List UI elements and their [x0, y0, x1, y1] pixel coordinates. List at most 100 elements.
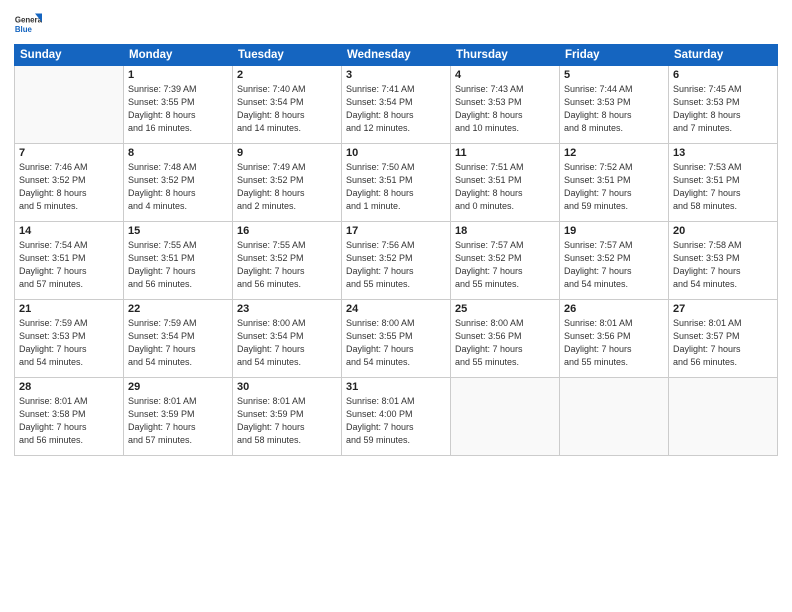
day-cell-5: 5 Sunrise: 7:44 AMSunset: 3:53 PMDaylight…	[560, 66, 669, 144]
day-number: 31	[346, 381, 446, 393]
weekday-thursday: Thursday	[451, 45, 560, 66]
day-info: Sunrise: 7:44 AMSunset: 3:53 PMDaylight:…	[564, 83, 664, 135]
day-cell-25: 25 Sunrise: 8:00 AMSunset: 3:56 PMDayligh…	[451, 300, 560, 378]
day-info: Sunrise: 7:39 AMSunset: 3:55 PMDaylight:…	[128, 83, 228, 135]
day-cell-24: 24 Sunrise: 8:00 AMSunset: 3:55 PMDayligh…	[342, 300, 451, 378]
day-number: 21	[19, 303, 119, 315]
day-info: Sunrise: 8:00 AMSunset: 3:55 PMDaylight:…	[346, 317, 446, 369]
day-info: Sunrise: 7:51 AMSunset: 3:51 PMDaylight:…	[455, 161, 555, 213]
day-number: 15	[128, 225, 228, 237]
day-cell-7: 7 Sunrise: 7:46 AMSunset: 3:52 PMDaylight…	[15, 144, 124, 222]
day-cell-28: 28Sunrise: 8:01 AMSunset: 3:58 PMDayligh…	[15, 378, 124, 456]
day-number: 12	[564, 147, 664, 159]
day-cell-13: 13Sunrise: 7:53 AMSunset: 3:51 PMDayligh…	[669, 144, 778, 222]
day-cell-27: 27 Sunrise: 8:01 AMSunset: 3:57 PMDayligh…	[669, 300, 778, 378]
day-info: Sunrise: 7:46 AMSunset: 3:52 PMDaylight:…	[19, 161, 119, 213]
week-row-2: 7 Sunrise: 7:46 AMSunset: 3:52 PMDaylight…	[15, 144, 778, 222]
day-number: 16	[237, 225, 337, 237]
day-info: Sunrise: 8:01 AMSunset: 3:57 PMDaylight:…	[673, 317, 773, 369]
day-cell-30: 30 Sunrise: 8:01 AMSunset: 3:59 PMDayligh…	[233, 378, 342, 456]
weekday-wednesday: Wednesday	[342, 45, 451, 66]
day-number: 2	[237, 69, 337, 81]
empty-cell	[451, 378, 560, 456]
day-cell-12: 12 Sunrise: 7:52 AMSunset: 3:51 PMDayligh…	[560, 144, 669, 222]
day-info: Sunrise: 7:52 AMSunset: 3:51 PMDaylight:…	[564, 161, 664, 213]
day-cell-10: 10 Sunrise: 7:50 AMSunset: 3:51 PMDayligh…	[342, 144, 451, 222]
weekday-header-row: SundayMondayTuesdayWednesdayThursdayFrid…	[15, 45, 778, 66]
day-info: Sunrise: 8:01 AMSunset: 3:59 PMDaylight:…	[237, 395, 337, 447]
day-cell-16: 16 Sunrise: 7:55 AMSunset: 3:52 PMDayligh…	[233, 222, 342, 300]
day-number: 30	[237, 381, 337, 393]
day-info: Sunrise: 7:40 AMSunset: 3:54 PMDaylight:…	[237, 83, 337, 135]
logo-icon: General Blue	[14, 10, 42, 38]
week-row-4: 21 Sunrise: 7:59 AMSunset: 3:53 PMDayligh…	[15, 300, 778, 378]
day-info: Sunrise: 7:58 AMSunset: 3:53 PMDaylight:…	[673, 239, 773, 291]
day-number: 27	[673, 303, 773, 315]
day-cell-9: 9 Sunrise: 7:49 AMSunset: 3:52 PMDaylight…	[233, 144, 342, 222]
day-info: Sunrise: 7:56 AMSunset: 3:52 PMDaylight:…	[346, 239, 446, 291]
day-info: Sunrise: 7:55 AMSunset: 3:52 PMDaylight:…	[237, 239, 337, 291]
day-info: Sunrise: 8:01 AMSunset: 4:00 PMDaylight:…	[346, 395, 446, 447]
weekday-monday: Monday	[124, 45, 233, 66]
day-info: Sunrise: 7:50 AMSunset: 3:51 PMDaylight:…	[346, 161, 446, 213]
day-cell-17: 17 Sunrise: 7:56 AMSunset: 3:52 PMDayligh…	[342, 222, 451, 300]
day-info: Sunrise: 8:01 AMSunset: 3:56 PMDaylight:…	[564, 317, 664, 369]
day-cell-2: 2 Sunrise: 7:40 AMSunset: 3:54 PMDaylight…	[233, 66, 342, 144]
day-number: 9	[237, 147, 337, 159]
day-number: 10	[346, 147, 446, 159]
day-cell-21: 21 Sunrise: 7:59 AMSunset: 3:53 PMDayligh…	[15, 300, 124, 378]
empty-cell	[560, 378, 669, 456]
empty-cell	[15, 66, 124, 144]
day-number: 6	[673, 69, 773, 81]
svg-text:Blue: Blue	[15, 25, 33, 34]
day-cell-4: 4Sunrise: 7:43 AMSunset: 3:53 PMDaylight…	[451, 66, 560, 144]
weekday-friday: Friday	[560, 45, 669, 66]
day-cell-15: 15 Sunrise: 7:55 AMSunset: 3:51 PMDayligh…	[124, 222, 233, 300]
day-number: 19	[564, 225, 664, 237]
day-cell-29: 29Sunrise: 8:01 AMSunset: 3:59 PMDayligh…	[124, 378, 233, 456]
day-info: Sunrise: 7:59 AMSunset: 3:54 PMDaylight:…	[128, 317, 228, 369]
calendar-table: SundayMondayTuesdayWednesdayThursdayFrid…	[14, 44, 778, 456]
day-cell-31: 31 Sunrise: 8:01 AMSunset: 4:00 PMDayligh…	[342, 378, 451, 456]
day-number: 25	[455, 303, 555, 315]
day-number: 5	[564, 69, 664, 81]
day-info: Sunrise: 7:57 AMSunset: 3:52 PMDaylight:…	[564, 239, 664, 291]
day-number: 3	[346, 69, 446, 81]
day-cell-14: 14 Sunrise: 7:54 AMSunset: 3:51 PMDayligh…	[15, 222, 124, 300]
day-cell-8: 8 Sunrise: 7:48 AMSunset: 3:52 PMDaylight…	[124, 144, 233, 222]
day-info: Sunrise: 8:00 AMSunset: 3:54 PMDaylight:…	[237, 317, 337, 369]
day-number: 1	[128, 69, 228, 81]
day-cell-3: 3 Sunrise: 7:41 AMSunset: 3:54 PMDaylight…	[342, 66, 451, 144]
day-info: Sunrise: 8:01 AMSunset: 3:59 PMDaylight:…	[128, 395, 228, 447]
day-info: Sunrise: 7:59 AMSunset: 3:53 PMDaylight:…	[19, 317, 119, 369]
weekday-saturday: Saturday	[669, 45, 778, 66]
day-info: Sunrise: 7:57 AMSunset: 3:52 PMDaylight:…	[455, 239, 555, 291]
day-number: 23	[237, 303, 337, 315]
day-number: 18	[455, 225, 555, 237]
day-number: 8	[128, 147, 228, 159]
weekday-sunday: Sunday	[15, 45, 124, 66]
day-number: 24	[346, 303, 446, 315]
empty-cell	[669, 378, 778, 456]
day-info: Sunrise: 7:49 AMSunset: 3:52 PMDaylight:…	[237, 161, 337, 213]
day-info: Sunrise: 7:54 AMSunset: 3:51 PMDaylight:…	[19, 239, 119, 291]
day-number: 26	[564, 303, 664, 315]
day-number: 14	[19, 225, 119, 237]
day-number: 20	[673, 225, 773, 237]
day-info: Sunrise: 7:45 AMSunset: 3:53 PMDaylight:…	[673, 83, 773, 135]
day-number: 7	[19, 147, 119, 159]
day-number: 17	[346, 225, 446, 237]
day-cell-11: 11Sunrise: 7:51 AMSunset: 3:51 PMDayligh…	[451, 144, 560, 222]
day-info: Sunrise: 7:55 AMSunset: 3:51 PMDaylight:…	[128, 239, 228, 291]
day-number: 28	[19, 381, 119, 393]
day-cell-26: 26 Sunrise: 8:01 AMSunset: 3:56 PMDayligh…	[560, 300, 669, 378]
day-cell-23: 23 Sunrise: 8:00 AMSunset: 3:54 PMDayligh…	[233, 300, 342, 378]
day-info: Sunrise: 7:43 AMSunset: 3:53 PMDaylight:…	[455, 83, 555, 135]
day-info: Sunrise: 7:41 AMSunset: 3:54 PMDaylight:…	[346, 83, 446, 135]
day-info: Sunrise: 7:48 AMSunset: 3:52 PMDaylight:…	[128, 161, 228, 213]
day-cell-6: 6 Sunrise: 7:45 AMSunset: 3:53 PMDaylight…	[669, 66, 778, 144]
day-info: Sunrise: 8:00 AMSunset: 3:56 PMDaylight:…	[455, 317, 555, 369]
day-cell-19: 19 Sunrise: 7:57 AMSunset: 3:52 PMDayligh…	[560, 222, 669, 300]
day-info: Sunrise: 7:53 AMSunset: 3:51 PMDaylight:…	[673, 161, 773, 213]
week-row-3: 14 Sunrise: 7:54 AMSunset: 3:51 PMDayligh…	[15, 222, 778, 300]
